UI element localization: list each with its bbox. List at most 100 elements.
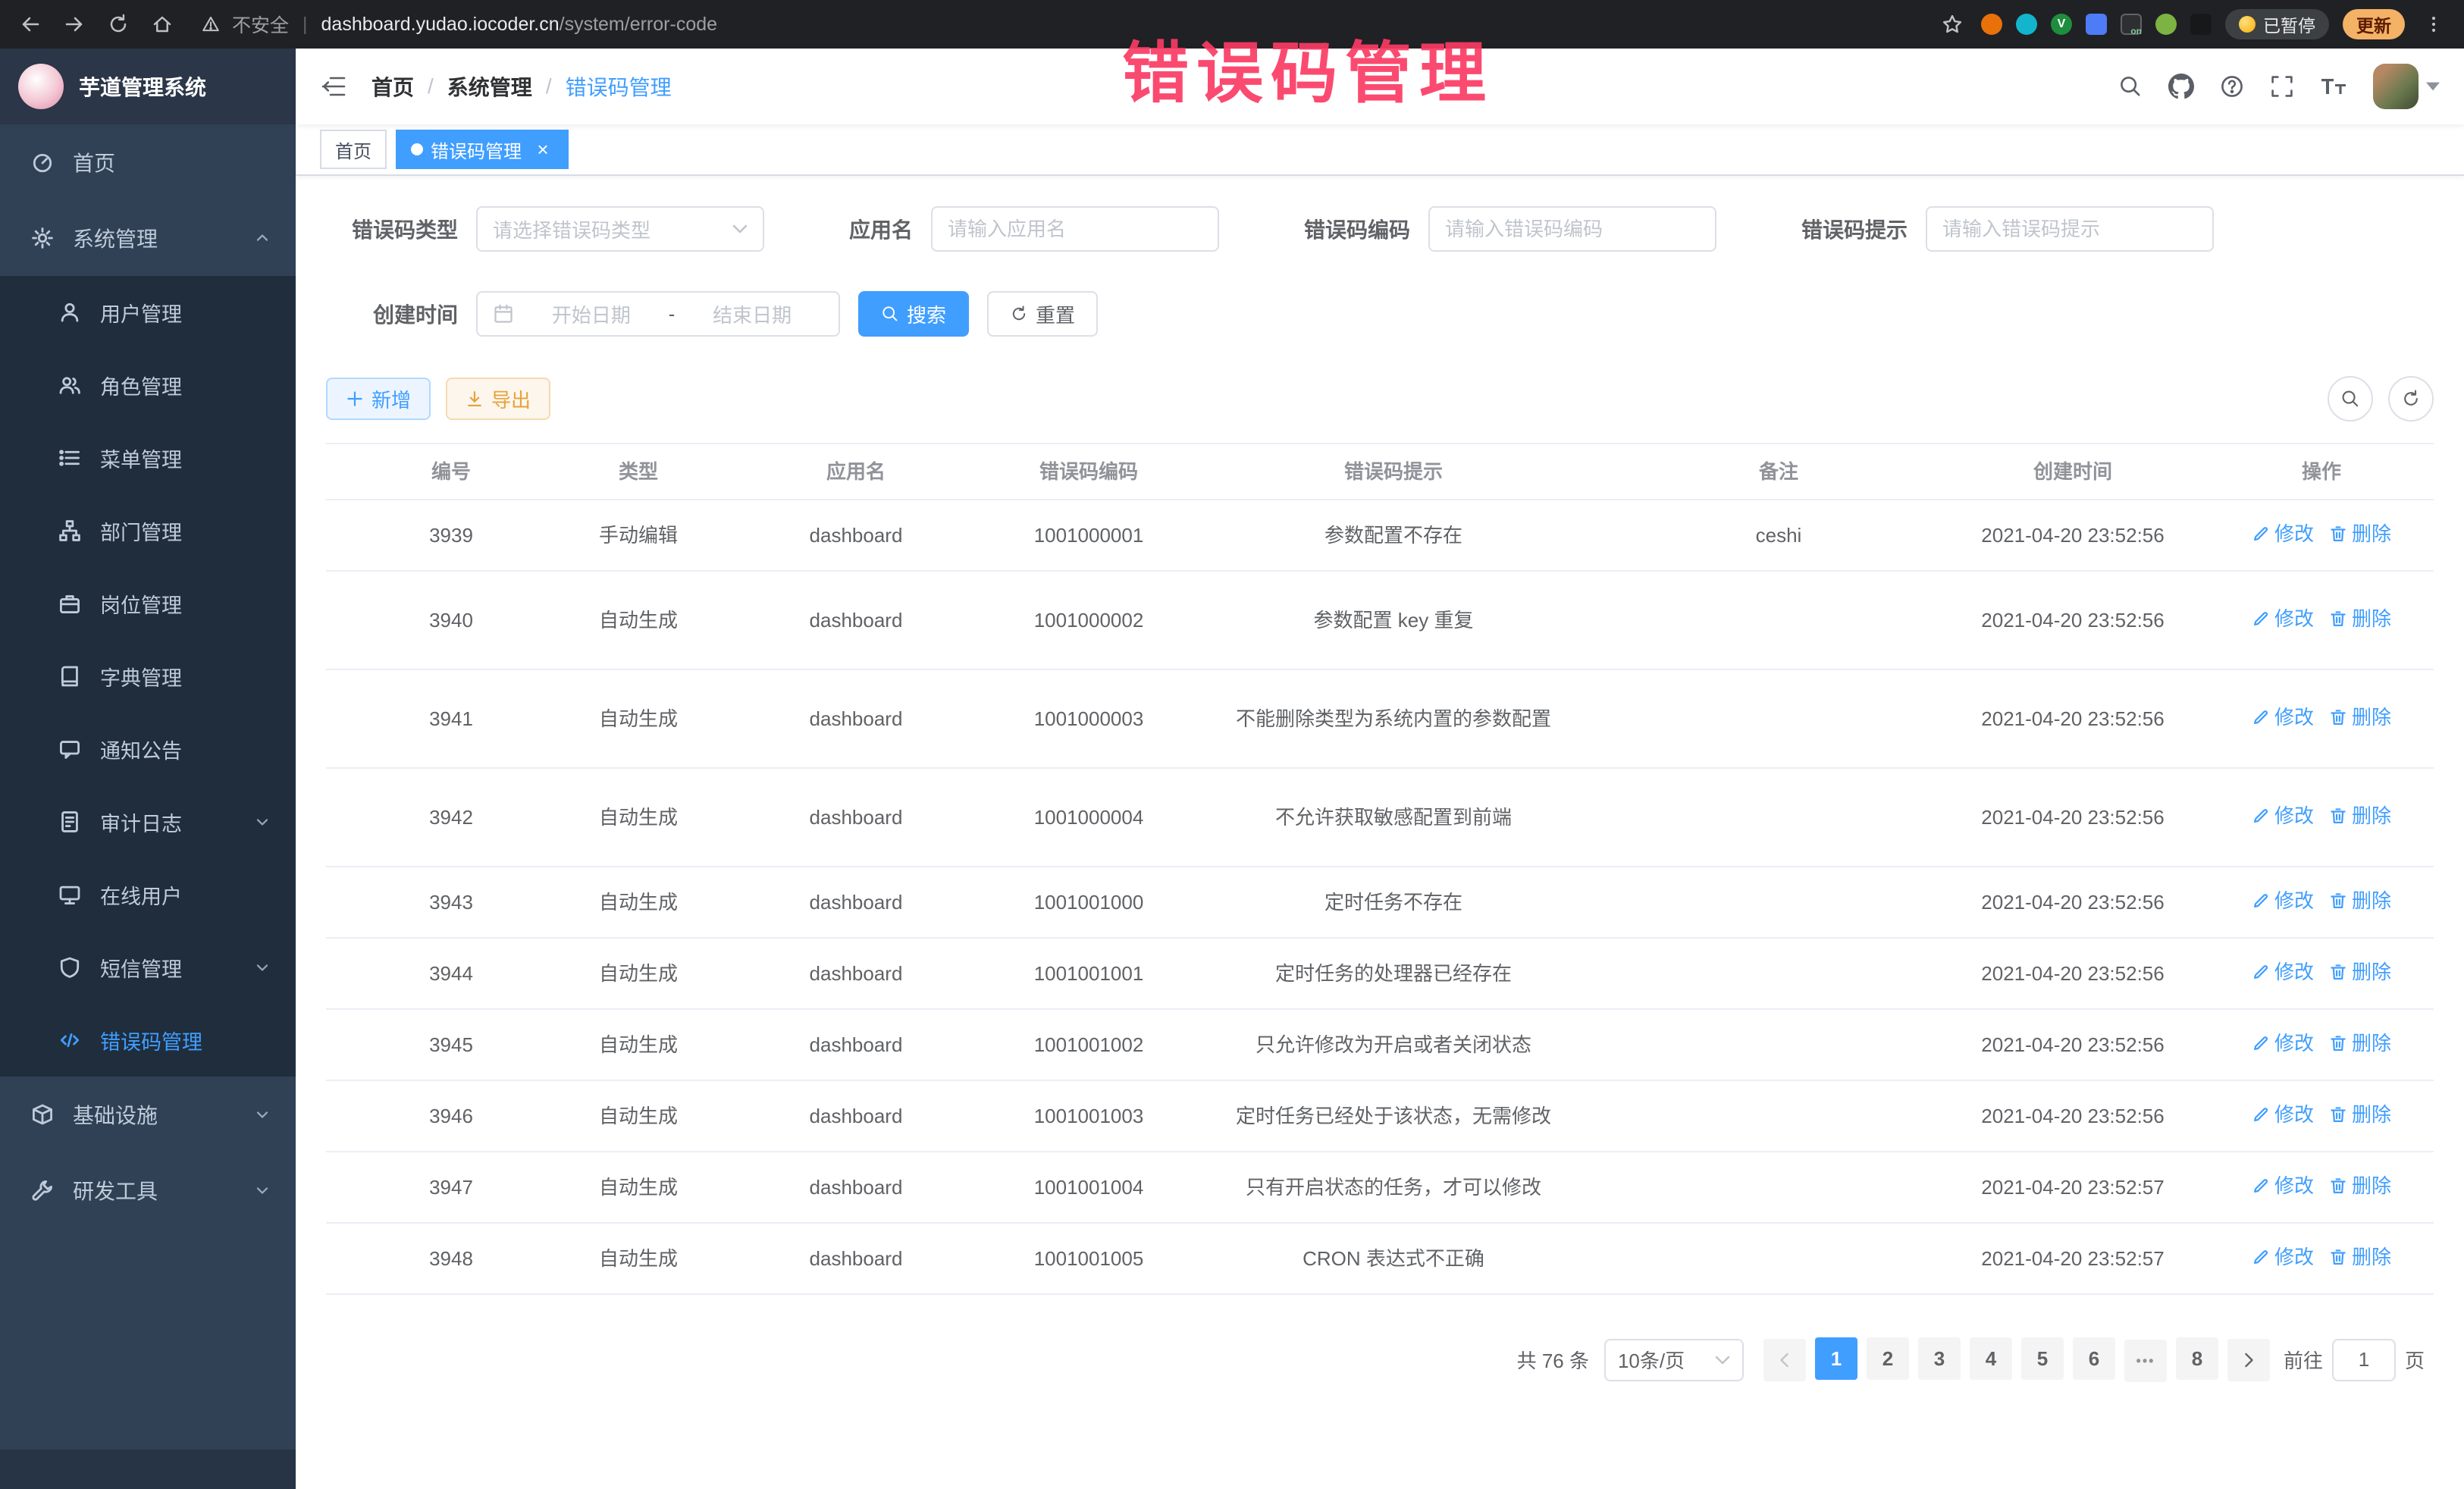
prev-page-button[interactable]: [1763, 1339, 1806, 1381]
back-icon[interactable]: [15, 9, 45, 39]
sidebar-item-通知公告[interactable]: 通知公告: [0, 713, 296, 785]
filter-code-label: 错误码编码: [1304, 214, 1410, 244]
export-button[interactable]: 导出: [446, 378, 550, 420]
sidebar-item-首页[interactable]: 首页: [0, 124, 296, 200]
paused-badge[interactable]: 已暂停: [2225, 9, 2329, 39]
delete-link[interactable]: 删除: [2329, 801, 2391, 831]
error-code-input[interactable]: [1428, 206, 1716, 252]
edit-link[interactable]: 修改: [2252, 958, 2314, 987]
delete-link[interactable]: 删除: [2329, 958, 2391, 987]
page-button-4[interactable]: 4: [1970, 1337, 2012, 1380]
sidebar-item-错误码管理[interactable]: 错误码管理: [0, 1004, 296, 1077]
page-ellipsis[interactable]: •••: [2124, 1340, 2167, 1382]
delete-link[interactable]: 删除: [2329, 886, 2391, 916]
extensions-pin-icon[interactable]: [2190, 14, 2212, 35]
page-button-1[interactable]: 1: [1815, 1337, 1857, 1380]
search-button[interactable]: 搜索: [858, 291, 969, 337]
goto-page-input[interactable]: [2332, 1339, 2396, 1381]
font-size-icon[interactable]: [2320, 74, 2347, 99]
edit-link[interactable]: 修改: [2252, 1029, 2314, 1058]
sidebar-item-角色管理[interactable]: 角色管理: [0, 349, 296, 422]
home-icon[interactable]: [147, 9, 177, 39]
extension-icon[interactable]: V: [2051, 14, 2072, 35]
hamburger-icon[interactable]: [320, 73, 347, 100]
sidebar-item-审计日志[interactable]: 审计日志: [0, 785, 296, 858]
refresh-button[interactable]: [2388, 376, 2434, 422]
toggle-search-button[interactable]: [2328, 376, 2373, 422]
fullscreen-icon[interactable]: [2270, 74, 2294, 99]
sidebar-item-label: 在线用户: [100, 880, 182, 910]
edit-link[interactable]: 修改: [2252, 801, 2314, 831]
sidebar-item-岗位管理[interactable]: 岗位管理: [0, 567, 296, 640]
edit-link[interactable]: 修改: [2252, 703, 2314, 732]
tag-error-code[interactable]: 错误码管理 ×: [396, 130, 569, 169]
next-page-button[interactable]: [2227, 1339, 2270, 1381]
sidebar-item-菜单管理[interactable]: 菜单管理: [0, 422, 296, 494]
add-button[interactable]: 新增: [326, 378, 431, 420]
smiley-icon: [2239, 16, 2256, 33]
close-icon[interactable]: ×: [532, 139, 553, 160]
kebab-menu-icon[interactable]: [2419, 9, 2449, 39]
edit-link[interactable]: 修改: [2252, 604, 2314, 634]
delete-link[interactable]: 删除: [2329, 703, 2391, 732]
sidebar-item-部门管理[interactable]: 部门管理: [0, 494, 296, 567]
update-button[interactable]: 更新: [2343, 9, 2405, 39]
cell-type: 自动生成: [576, 1235, 701, 1283]
breadcrumb-home[interactable]: 首页: [371, 71, 414, 102]
extension-icon[interactable]: [2016, 14, 2037, 35]
extension-icon[interactable]: on: [2121, 14, 2142, 35]
edit-link[interactable]: 修改: [2252, 1171, 2314, 1201]
sidebar-item-基础设施[interactable]: 基础设施: [0, 1077, 296, 1152]
extension-icon[interactable]: [1981, 14, 2002, 35]
cell-message: CRON 表达式不正确: [1166, 1235, 1621, 1283]
sidebar-item-短信管理[interactable]: 短信管理: [0, 931, 296, 1004]
delete-link[interactable]: 删除: [2329, 1243, 2391, 1272]
sidebar-item-研发工具[interactable]: 研发工具: [0, 1152, 296, 1228]
edit-link[interactable]: 修改: [2252, 519, 2314, 549]
filter-row-1: 错误码类型 请选择错误码类型 应用名 错误码编码 错误码提示: [326, 206, 2434, 252]
edit-link[interactable]: 修改: [2252, 1243, 2314, 1272]
navbar-actions: [2118, 64, 2440, 109]
header-search-icon[interactable]: [2118, 74, 2143, 99]
error-type-select[interactable]: 请选择错误码类型: [476, 206, 764, 252]
briefcase-icon: [58, 591, 82, 616]
page-button-6[interactable]: 6: [2073, 1337, 2115, 1380]
address-bar[interactable]: 不安全 | dashboard.yudao.iocoder.cn/system/…: [191, 9, 1923, 39]
delete-link[interactable]: 删除: [2329, 1100, 2391, 1130]
edit-link[interactable]: 修改: [2252, 1100, 2314, 1130]
forward-icon[interactable]: [59, 9, 89, 39]
chevron-down-icon: [732, 224, 748, 234]
extension-icon[interactable]: [2086, 14, 2107, 35]
app-name-input[interactable]: [931, 206, 1219, 252]
cell-type: 自动生成: [576, 695, 701, 743]
cell-remark: [1621, 808, 1936, 826]
sidebar-item-系统管理[interactable]: 系统管理: [0, 200, 296, 276]
delete-link[interactable]: 删除: [2329, 519, 2391, 549]
error-msg-input[interactable]: [1926, 206, 2214, 252]
bookmark-star-icon[interactable]: [1937, 9, 1967, 39]
page-size-select[interactable]: 10条/页: [1604, 1339, 1744, 1381]
date-range-input[interactable]: 开始日期 - 结束日期: [476, 291, 840, 337]
breadcrumb-system[interactable]: 系统管理: [447, 71, 532, 102]
delete-link[interactable]: 删除: [2329, 1029, 2391, 1058]
page-button-3[interactable]: 3: [1918, 1337, 1961, 1380]
github-icon[interactable]: [2168, 74, 2194, 99]
sidebar-footer: [0, 1450, 296, 1489]
help-icon[interactable]: [2220, 74, 2244, 99]
delete-link[interactable]: 删除: [2329, 1171, 2391, 1201]
reset-button[interactable]: 重置: [987, 291, 1098, 337]
page-buttons: 123456•••8: [1810, 1337, 2223, 1382]
delete-link[interactable]: 删除: [2329, 604, 2391, 634]
sidebar-item-用户管理[interactable]: 用户管理: [0, 276, 296, 349]
page-button-2[interactable]: 2: [1867, 1337, 1909, 1380]
extension-icon[interactable]: [2155, 14, 2177, 35]
sidebar-item-在线用户[interactable]: 在线用户: [0, 858, 296, 931]
reload-icon[interactable]: [103, 9, 133, 39]
logo[interactable]: 芋道管理系统: [0, 49, 296, 124]
page-button-8[interactable]: 8: [2176, 1337, 2218, 1380]
tag-home[interactable]: 首页: [320, 130, 387, 169]
page-button-5[interactable]: 5: [2021, 1337, 2064, 1380]
user-avatar[interactable]: [2373, 64, 2440, 109]
sidebar-item-字典管理[interactable]: 字典管理: [0, 640, 296, 713]
edit-link[interactable]: 修改: [2252, 886, 2314, 916]
